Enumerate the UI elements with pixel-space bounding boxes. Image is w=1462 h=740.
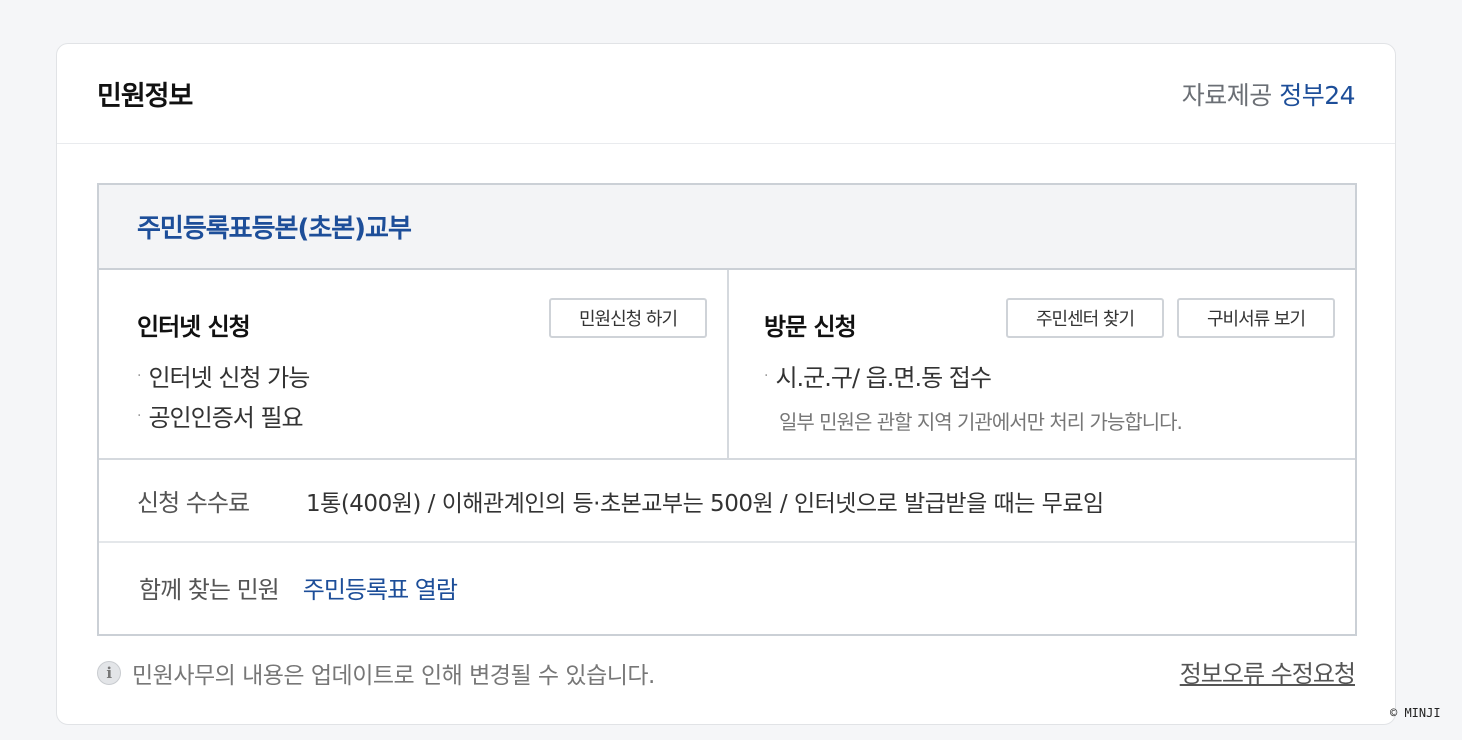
related-services-row: 함께 찾는 민원 주민등록표 열람 <box>99 543 1355 632</box>
visit-apply-note: 일부 민원은 관할 지역 기관에서만 처리 가능합니다. <box>779 410 1183 434</box>
list-item: · 인터넷 신청 가능 <box>137 364 310 392</box>
internet-apply-section: 인터넷 신청 민원신청 하기 · 인터넷 신청 가능 · 공인인증서 필요 <box>99 270 729 458</box>
update-notice: i 민원사무의 내용은 업데이트로 인해 변경될 수 있습니다. <box>97 656 655 690</box>
card-header: 민원정보 자료제공 정부24 <box>57 44 1395 144</box>
list-item: · 공인인증서 필요 <box>137 404 304 432</box>
service-title-row: 주민등록표등본(초본)교부 <box>99 185 1355 270</box>
copyright-text: © MINJI <box>1390 706 1441 720</box>
info-icon: i <box>97 661 121 685</box>
fee-label: 신청 수수료 <box>137 489 250 517</box>
fee-row: 신청 수수료 1통(400원) / 이해관계인의 등·초본교부는 500원 / … <box>99 460 1355 543</box>
apply-online-button[interactable]: 민원신청 하기 <box>549 298 707 338</box>
card-title: 민원정보 <box>97 81 193 112</box>
required-documents-button[interactable]: 구비서류 보기 <box>1177 298 1335 338</box>
fee-value: 1통(400원) / 이해관계인의 등·초본교부는 500원 / 인터넷으로 발… <box>306 490 1104 517</box>
visit-apply-section: 방문 신청 주민센터 찾기 구비서류 보기 · 시.군.구/ 읍.면.동 접수 … <box>729 270 1355 458</box>
apply-methods-row: 인터넷 신청 민원신청 하기 · 인터넷 신청 가능 · 공인인증서 필요 방문… <box>99 270 1355 460</box>
visit-apply-title: 방문 신청 <box>764 313 857 341</box>
update-notice-text: 민원사무의 내용은 업데이트로 인해 변경될 수 있습니다. <box>132 663 655 689</box>
civil-service-info-card: 민원정보 자료제공 정부24 주민등록표등본(초본)교부 인터넷 신청 민원신청… <box>56 43 1396 725</box>
report-error-link[interactable]: 정보오류 수정요청 <box>1180 654 1356 689</box>
provider-label: 자료제공 <box>1181 80 1273 110</box>
data-provider: 자료제공 정부24 <box>1181 76 1356 112</box>
find-community-center-button[interactable]: 주민센터 찾기 <box>1006 298 1164 338</box>
related-service-link[interactable]: 주민등록표 열람 <box>303 570 458 605</box>
internet-apply-title: 인터넷 신청 <box>137 313 251 341</box>
list-item: · 시.군.구/ 읍.면.동 접수 <box>764 364 992 392</box>
provider-name: 정부24 <box>1279 80 1355 110</box>
service-name: 주민등록표등본(초본)교부 <box>137 214 412 244</box>
service-info-box: 주민등록표등본(초본)교부 인터넷 신청 민원신청 하기 · 인터넷 신청 가능… <box>97 183 1357 636</box>
related-label: 함께 찾는 민원 <box>139 576 280 604</box>
